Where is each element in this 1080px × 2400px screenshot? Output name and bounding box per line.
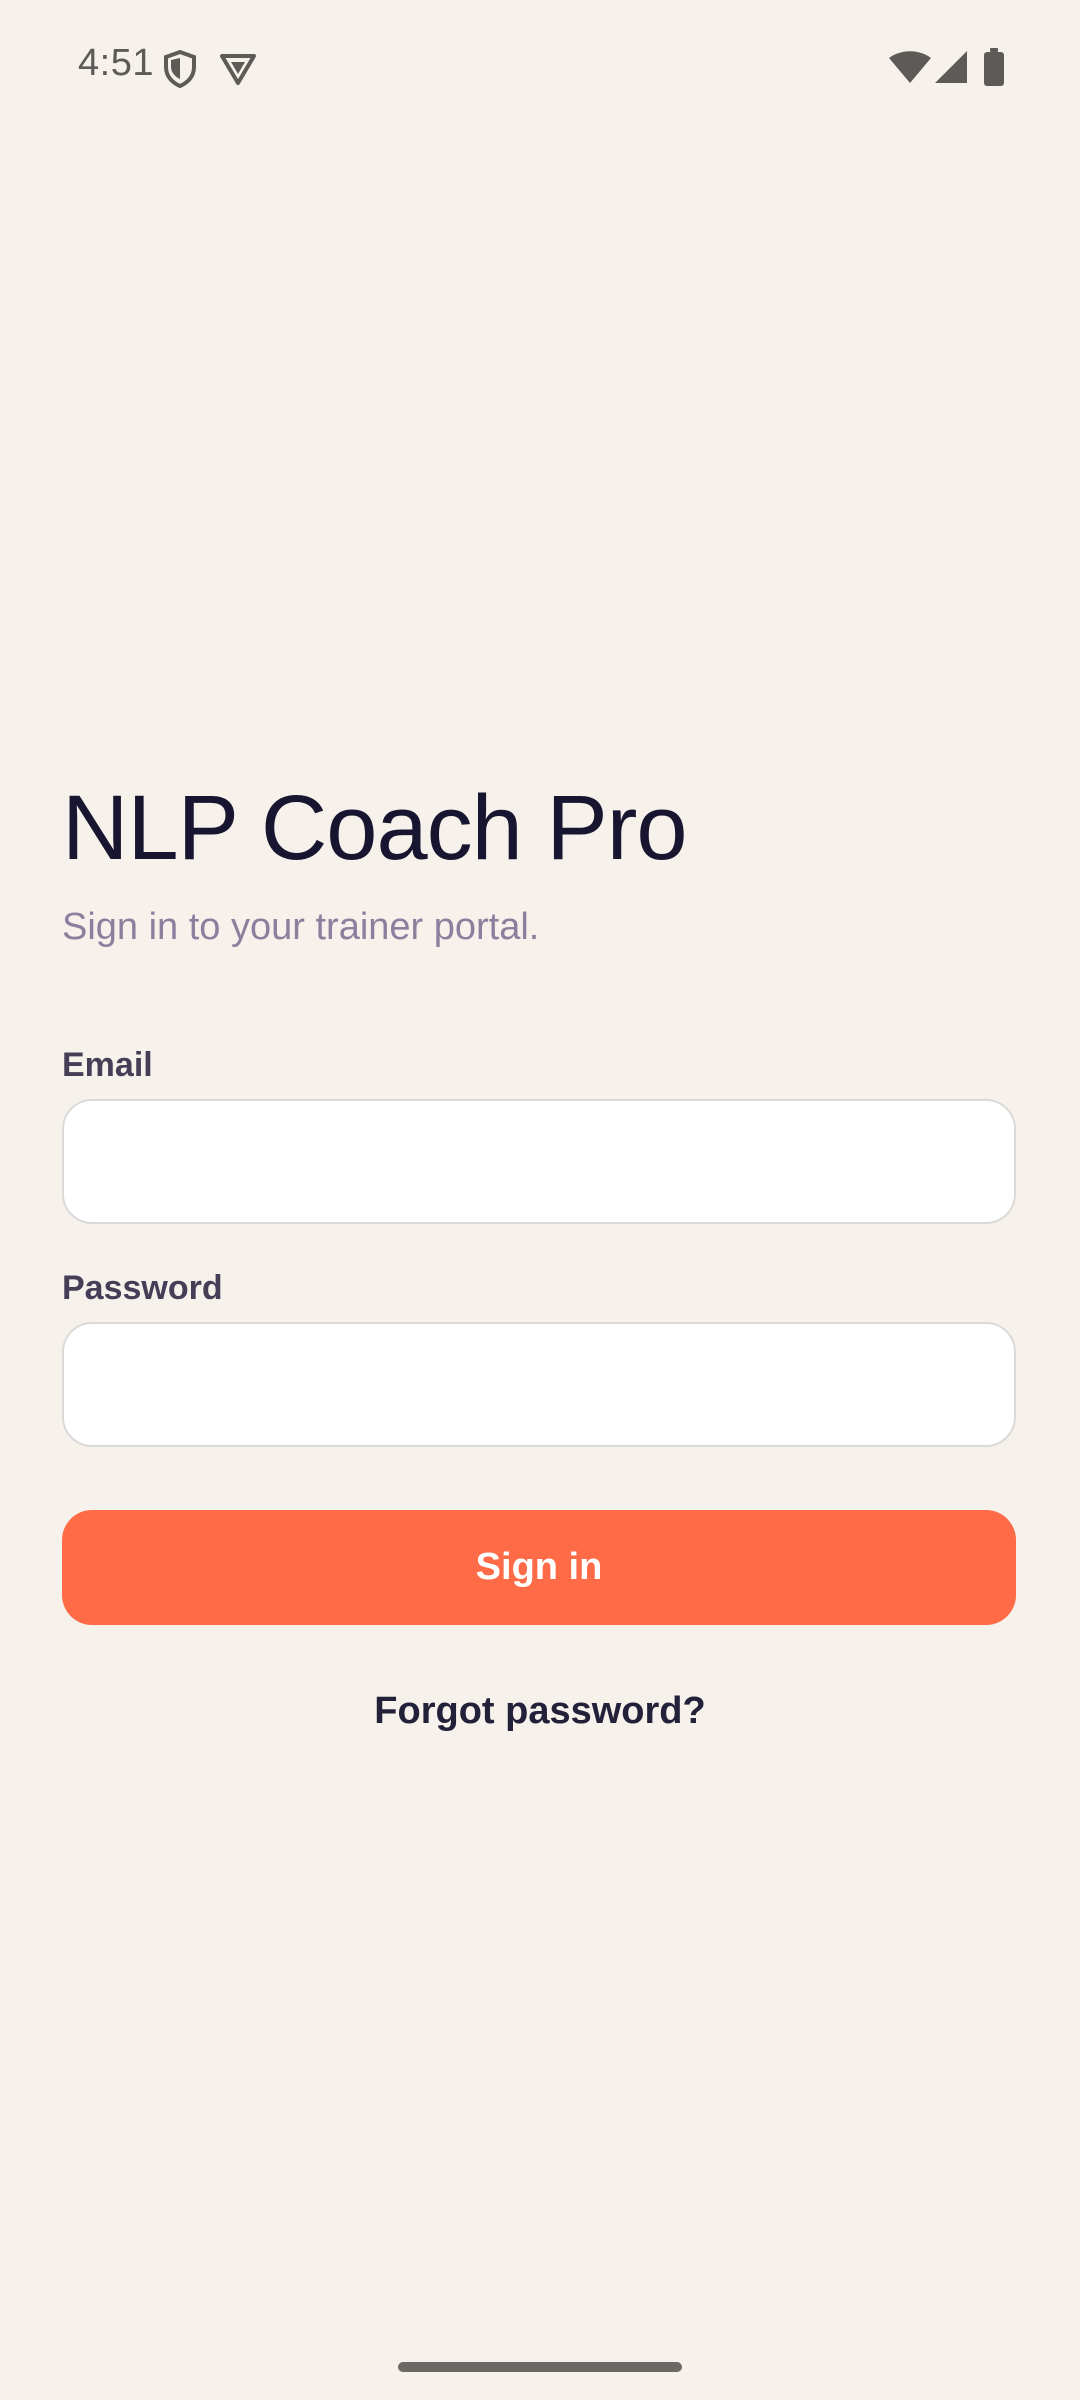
email-label: Email (62, 1046, 153, 1084)
home-indicator[interactable] (398, 2362, 682, 2372)
shield-icon (164, 50, 196, 88)
wifi-icon (889, 51, 931, 83)
forgot-password-link[interactable]: Forgot password? (0, 1690, 1080, 1733)
app-title: NLP Coach Pro (62, 777, 688, 879)
login-screen: 4:51 NLP Coach Pro Sign in to your train… (0, 0, 1080, 2400)
cellular-signal-icon (935, 51, 967, 83)
email-field[interactable] (62, 1099, 1016, 1224)
status-bar: 4:51 (0, 0, 1080, 136)
sign-in-button-label: Sign in (475, 1546, 603, 1588)
sign-in-button[interactable]: Sign in (62, 1510, 1016, 1625)
vpn-badge-icon (220, 54, 256, 85)
password-label: Password (62, 1269, 223, 1307)
battery-icon (984, 48, 1004, 86)
password-field[interactable] (62, 1322, 1016, 1447)
status-time: 4:51 (78, 42, 154, 84)
app-subtitle: Sign in to your trainer portal. (62, 906, 540, 948)
